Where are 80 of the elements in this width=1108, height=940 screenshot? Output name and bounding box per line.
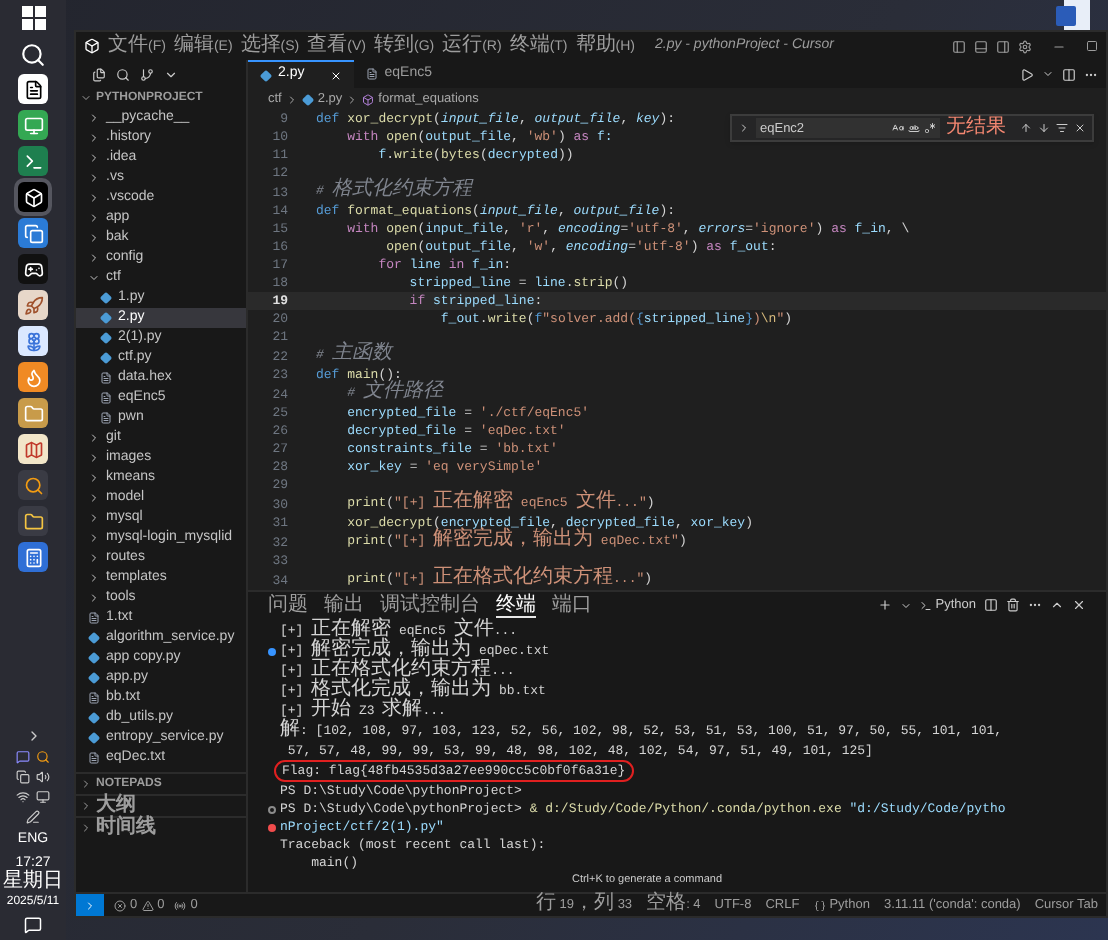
- app-logo-icon: [84, 38, 100, 54]
- file-icon: [88, 752, 100, 764]
- separator-icon: [285, 93, 298, 105]
- close-icon[interactable]: [1074, 122, 1086, 134]
- split-terminal-icon[interactable]: [984, 598, 998, 612]
- document-icon[interactable]: [1056, 0, 1092, 30]
- copy-tray-icon[interactable]: [16, 770, 30, 784]
- section-header[interactable]: 大纲: [76, 794, 246, 816]
- python-file-icon: [260, 69, 272, 81]
- pen-icon[interactable]: [26, 810, 40, 824]
- panel-tab[interactable]: 输出: [324, 592, 364, 618]
- map-app-icon[interactable]: [18, 434, 48, 464]
- search-icon[interactable]: [20, 42, 46, 68]
- flower-app-icon[interactable]: [18, 326, 48, 356]
- caret-icon[interactable]: [1042, 68, 1054, 80]
- error-icon: [114, 899, 126, 911]
- caret-icon[interactable]: [899, 599, 912, 611]
- display-icon[interactable]: [36, 790, 50, 804]
- braces-icon: [813, 899, 826, 911]
- notification-icon[interactable]: [24, 916, 42, 934]
- function-symbol-icon: [362, 93, 375, 105]
- file-icon: [100, 412, 112, 424]
- maximize-panel-icon[interactable]: [1050, 598, 1064, 612]
- remote-icon: [84, 899, 96, 911]
- terminal-app-icon[interactable]: [18, 146, 48, 176]
- more-icon[interactable]: [1028, 598, 1042, 612]
- panel-tab[interactable]: 问题: [268, 592, 308, 618]
- chevron-icon[interactable]: [164, 67, 178, 81]
- folder-icon[interactable]: [18, 506, 48, 536]
- regex-icon[interactable]: [924, 122, 936, 134]
- new-terminal-icon[interactable]: [877, 598, 892, 612]
- toggle-panel-icon[interactable]: [974, 39, 988, 53]
- terminal-icon: [919, 599, 932, 611]
- python-file-icon: [301, 93, 314, 105]
- cube-app-icon[interactable]: [18, 182, 48, 212]
- clock-weekday: 星期日: [3, 872, 63, 894]
- rocket-app-icon[interactable]: [18, 290, 48, 320]
- file-icon: [88, 692, 100, 704]
- toggle-secondary-sidebar-icon[interactable]: [996, 39, 1010, 53]
- panel-tab[interactable]: 终端: [496, 592, 536, 618]
- calculator-icon[interactable]: [18, 542, 48, 572]
- file-icon: [88, 612, 100, 624]
- next-match-icon[interactable]: [1038, 122, 1050, 134]
- file-icon: [100, 392, 112, 404]
- close-icon[interactable]: [1072, 598, 1086, 612]
- search-app-icon[interactable]: [18, 470, 48, 500]
- window-app-icon[interactable]: [18, 218, 48, 248]
- gamepad-app-icon[interactable]: [18, 254, 48, 284]
- search-icon[interactable]: [116, 67, 130, 81]
- trash-icon[interactable]: [1006, 598, 1020, 612]
- chat-tray-icon[interactable]: [16, 750, 30, 764]
- folder-app-icon[interactable]: [18, 398, 48, 428]
- file-icon: [366, 68, 379, 80]
- browser-icon[interactable]: [18, 110, 48, 140]
- source-control-icon[interactable]: [140, 67, 154, 81]
- windows-logo-icon[interactable]: [21, 6, 45, 30]
- whole-word-icon[interactable]: [908, 122, 920, 134]
- find-in-selection-icon[interactable]: [1056, 122, 1068, 134]
- find-result: 无结果: [946, 118, 1006, 138]
- maximize-icon[interactable]: [1086, 40, 1098, 52]
- ports-icon: [174, 899, 187, 911]
- explorer-icon[interactable]: [92, 67, 106, 81]
- settings-icon[interactable]: [1018, 39, 1032, 53]
- separator-icon: [346, 93, 359, 105]
- warning-icon: [141, 899, 154, 911]
- split-editor-icon[interactable]: [1062, 67, 1076, 81]
- previous-match-icon[interactable]: [1020, 122, 1032, 134]
- panel-tab[interactable]: 调试控制台: [380, 592, 480, 618]
- panel-tab[interactable]: 端口: [552, 592, 592, 618]
- network-icon[interactable]: [16, 790, 30, 804]
- run-icon[interactable]: [1020, 67, 1034, 81]
- file-icon: [100, 372, 112, 384]
- toggle-replace-icon[interactable]: [738, 122, 750, 134]
- text-app-icon[interactable]: [18, 74, 48, 104]
- flame-app-icon[interactable]: [18, 362, 48, 392]
- volume-icon[interactable]: [36, 770, 50, 784]
- search-tray-icon[interactable]: [36, 750, 50, 764]
- match-case-icon[interactable]: [892, 122, 904, 134]
- section-header[interactable]: 时间线: [76, 816, 246, 838]
- toggle-sidebar-icon[interactable]: [952, 39, 966, 53]
